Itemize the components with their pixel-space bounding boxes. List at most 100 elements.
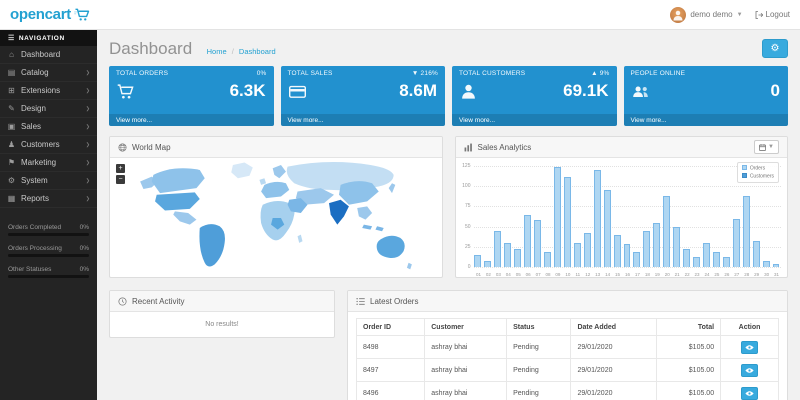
chart-legend: OrdersCustomers [737, 162, 779, 183]
order-customer: ashray bhai [425, 359, 507, 382]
stat-tiles-row: TOTAL ORDERS 0% 6.3K View more... TOTAL SALE… [109, 66, 788, 126]
user-menu[interactable]: demo demo ▼ [670, 7, 742, 23]
tile-view-more-link[interactable]: View more... [624, 114, 789, 126]
sidebar-item-sales[interactable]: ▣Sales❯ [0, 118, 97, 136]
sidebar-item-extensions[interactable]: ⊞Extensions❯ [0, 82, 97, 100]
chart-bar [494, 231, 501, 267]
chart-xtick-label: 12 [583, 272, 593, 277]
chevron-down-icon: ▼ [768, 144, 774, 150]
map-zoom-out-button[interactable]: − [116, 175, 125, 184]
nav-header-label: NAVIGATION [19, 35, 65, 42]
orders-column-header: Customer [425, 319, 507, 336]
chevron-right-icon: ❯ [86, 178, 90, 184]
chart-xtick-label: 24 [702, 272, 712, 277]
view-order-button[interactable] [741, 341, 758, 354]
order-action-cell [721, 382, 779, 400]
map-zoom-controls: + − [116, 164, 125, 186]
chart-ytick-label: 50 [456, 224, 471, 230]
gear-icon: ⚙ [771, 43, 780, 54]
tile-delta: 0% [257, 70, 267, 77]
tile-value: 6.3K [230, 81, 266, 101]
sidebar-item-catalog[interactable]: ▤Catalog❯ [0, 64, 97, 82]
list-icon [356, 297, 365, 306]
table-row: 8497ashray bhaiPending29/01/2020$105.00 [357, 359, 779, 382]
calendar-icon [759, 144, 766, 151]
panels-row-2: Recent Activity No results! Latest Order… [109, 290, 788, 400]
world-map-panel-header: World Map [110, 137, 442, 158]
chart-bar [743, 196, 750, 267]
credit-card-icon [289, 83, 306, 100]
dashboard-settings-button[interactable]: ⚙ [762, 39, 788, 58]
tile-delta: ▲ 9% [591, 70, 609, 77]
world-map-title: World Map [132, 143, 171, 152]
chart-bar [673, 227, 680, 267]
stat-tile-total-customers: TOTAL CUSTOMERS▲ 9%69.1KView more... [452, 66, 617, 126]
chart-gridline [474, 166, 782, 167]
chart-bar [703, 243, 710, 267]
map-zoom-in-button[interactable]: + [116, 164, 125, 173]
tile-view-more-link[interactable]: View more... [452, 114, 617, 126]
cart-icon [117, 83, 134, 100]
sidebar-item-system[interactable]: ⚙System❯ [0, 172, 97, 190]
orders-column-header: Status [507, 319, 571, 336]
chart-ytick-label: 125 [456, 163, 471, 169]
orders-column-header: Date Added [571, 319, 657, 336]
chart-xtick-label: 25 [712, 272, 722, 277]
stat-label: Other Statuses [8, 266, 51, 273]
cart-logo-icon [74, 8, 90, 21]
chart-xtick-label: 02 [483, 272, 493, 277]
view-order-button[interactable] [741, 387, 758, 400]
view-order-button[interactable] [741, 364, 758, 377]
breadcrumb-dashboard-link[interactable]: Dashboard [239, 47, 276, 56]
chevron-down-icon: ▼ [737, 12, 743, 18]
chart-xtick-label: 13 [593, 272, 603, 277]
chart-xtick-label: 17 [632, 272, 642, 277]
logout-button[interactable]: Logout [755, 10, 790, 19]
tile-label: TOTAL SALES [288, 70, 333, 77]
chart-ytick-label: 0 [456, 264, 471, 270]
chart-xtick-label: 01 [474, 272, 484, 277]
stat-label: Orders Processing [8, 245, 62, 252]
sales-analytics-panel-header: Sales Analytics ▼ [456, 137, 788, 158]
order-customer: ashray bhai [425, 336, 507, 359]
sidebar-item-design[interactable]: ✎Design❯ [0, 100, 97, 118]
order-status: Pending [507, 359, 571, 382]
order-id: 8496 [357, 382, 425, 400]
chart-bar [773, 264, 780, 267]
sidebar-item-marketing[interactable]: ⚑Marketing❯ [0, 154, 97, 172]
chart-gridline [474, 206, 782, 207]
legend-entry: Customers [742, 173, 774, 181]
world-map[interactable] [126, 160, 426, 276]
table-row: 8498ashray bhaiPending29/01/2020$105.00 [357, 336, 779, 359]
opencart-logo[interactable]: opencart [10, 6, 90, 23]
chart-bar [524, 215, 531, 267]
chart-bar [514, 249, 521, 267]
main-content: Dashboard Home / Dashboard ⚙ TOTAL ORDER… [97, 30, 800, 400]
table-row: 8496ashray bhaiPending29/01/2020$105.00 [357, 382, 779, 400]
chart-bar [554, 167, 561, 267]
sidebar-item-customers[interactable]: ♟Customers❯ [0, 136, 97, 154]
chart-bar [474, 255, 481, 267]
order-action-cell [721, 359, 779, 382]
order-id: 8497 [357, 359, 425, 382]
order-id: 8498 [357, 336, 425, 359]
tile-label: TOTAL ORDERS [116, 70, 168, 77]
breadcrumb-home-link[interactable]: Home [207, 47, 227, 56]
tile-view-more-link[interactable]: View more... [109, 114, 274, 126]
customer-icon [460, 83, 477, 100]
bar-chart-icon [464, 143, 473, 152]
eye-icon [745, 390, 754, 397]
eye-icon [745, 367, 754, 374]
sidebar-item-label: Dashboard [21, 50, 60, 59]
header-actions: demo demo ▼ Logout [670, 7, 790, 23]
extensions-icon: ⊞ [7, 86, 16, 95]
chart-range-button[interactable]: ▼ [754, 140, 779, 154]
orders-column-header: Total [657, 319, 721, 336]
stat-progress-bar [8, 275, 89, 278]
recent-activity-empty-text: No results! [110, 312, 334, 337]
sidebar-item-reports[interactable]: ▦Reports❯ [0, 190, 97, 208]
system-icon: ⚙ [7, 176, 16, 185]
sidebar-item-dashboard[interactable]: ⌂Dashboard [0, 46, 97, 64]
chevron-right-icon: ❯ [86, 142, 90, 148]
tile-view-more-link[interactable]: View more... [281, 114, 446, 126]
